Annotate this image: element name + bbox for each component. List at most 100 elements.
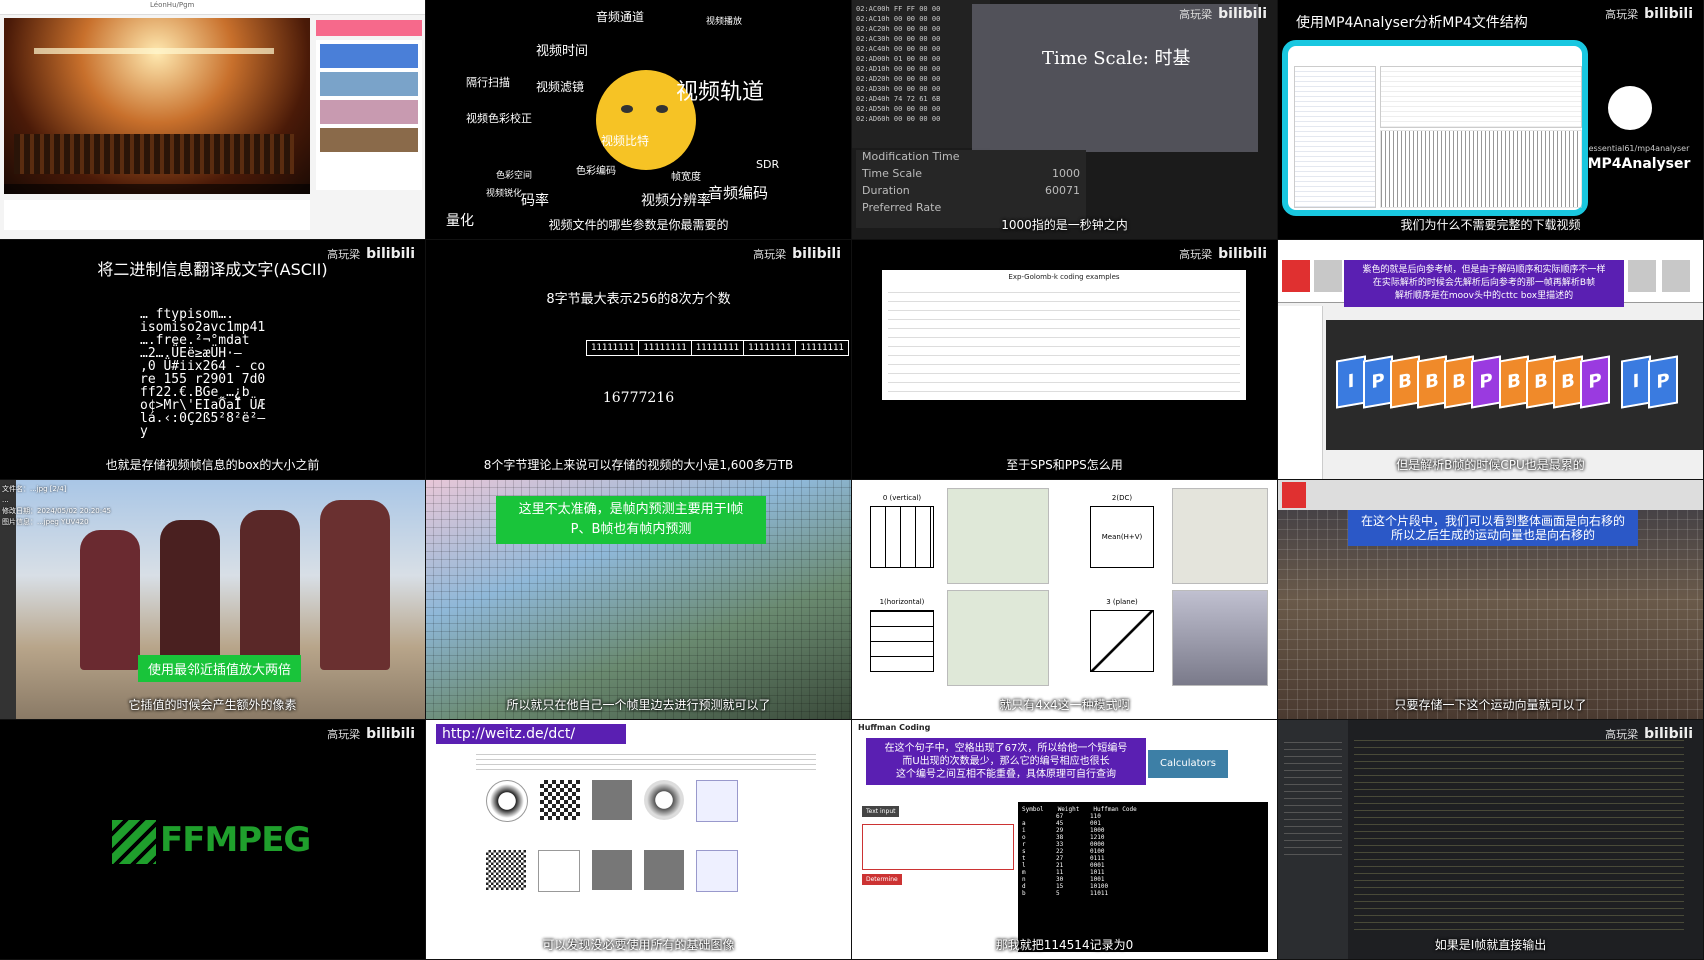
- frame-thumb[interactable]: [1628, 260, 1656, 292]
- result-row: d 15 10100: [1022, 883, 1264, 890]
- property-value: 1000: [1052, 167, 1080, 180]
- collage-grid: LéonHu/Pgm 视频轨道 SDR 音频编码 视频滤镜 色彩编码 帧宽度 视…: [0, 0, 1704, 960]
- watermark-author: 高玩梁: [1179, 8, 1213, 21]
- weight-cell: 11: [1056, 869, 1064, 876]
- hex-panel: [1380, 130, 1582, 208]
- character: [160, 520, 220, 670]
- tile-prediction-modes: 0 (vertical) 2(DC) Mean(H+V) 1(horizonta…: [852, 480, 1278, 720]
- caption-box: 在这个片段中，我们可以看到整体画面是向右移的 所以之后生成的运动向量也是向右移的: [1348, 510, 1638, 546]
- property-label: Modification Time: [862, 150, 960, 163]
- word-cloud-item: 视频播放: [706, 17, 743, 27]
- weight-cell: 5: [1056, 890, 1060, 897]
- video-player[interactable]: [4, 18, 310, 194]
- rec-thumb[interactable]: [320, 72, 418, 96]
- byte-cell: 11111111: [744, 341, 797, 355]
- frame-b: B: [1417, 355, 1448, 409]
- text-input-button[interactable]: Text input: [862, 806, 900, 817]
- watermark-site: bilibili: [1644, 726, 1693, 742]
- image-row: [486, 850, 738, 892]
- character: [240, 510, 300, 670]
- project-tree[interactable]: [1278, 720, 1348, 959]
- weight-cell: 29: [1056, 827, 1064, 834]
- url-banner[interactable]: http://weitz.de/dct/: [436, 724, 626, 744]
- calculators-logo: Calculators: [1148, 750, 1228, 778]
- result-row: r 33 0000: [1022, 841, 1264, 848]
- info-panel: [1380, 66, 1582, 128]
- word-cloud-item: 隔行扫描: [466, 76, 510, 89]
- weight-cell: 30: [1056, 876, 1064, 883]
- code-area[interactable]: [1354, 734, 1684, 934]
- code-cell: 0001: [1090, 862, 1105, 869]
- table-body: [888, 284, 1240, 394]
- tile-title: 使用MP4Analyser分析MP4文件结构: [1296, 15, 1528, 31]
- app-window: [1282, 40, 1588, 216]
- noise-image: [486, 850, 526, 890]
- property-row: Time Scale 1000: [856, 167, 1086, 184]
- subtitle: 它插值的时候会产生额外的像素: [128, 698, 297, 712]
- promo-banner[interactable]: [316, 20, 422, 36]
- caption-line: 解析顺序是在moov头中的cttc box里描述的: [1394, 291, 1574, 301]
- rec-thumb[interactable]: [320, 44, 418, 68]
- player-controls[interactable]: [4, 184, 310, 194]
- code-cell: 1210: [1090, 834, 1105, 841]
- stage-light: [34, 48, 274, 54]
- mode-vertical: 0 (vertical): [862, 494, 942, 574]
- subtitle: 1000指的是一秒钟之内: [1001, 218, 1128, 232]
- code-cell: 110: [1090, 813, 1101, 820]
- golomb-table: Exp-Golomb-k coding examples: [882, 270, 1246, 400]
- tree-panel[interactable]: [1294, 66, 1376, 208]
- watermark-site: bilibili: [1218, 246, 1267, 262]
- word-cloud-item: 视频时间: [536, 44, 589, 59]
- frame-b: B: [1498, 355, 1529, 409]
- orchestra: [14, 134, 294, 174]
- coefficient-image: [538, 850, 580, 892]
- caption-line: 这里不太准确，是帧内预测主要用于I帧: [518, 502, 744, 517]
- tile-mp4analyser: 使用MP4Analyser分析MP4文件结构 essential61/mp4an…: [1278, 0, 1704, 240]
- character: [80, 530, 140, 670]
- frame-thumb[interactable]: [1282, 482, 1306, 508]
- frame-b: B: [1390, 355, 1421, 409]
- result-row: n 30 1001: [1022, 876, 1264, 883]
- coefficient-image: [644, 850, 684, 890]
- property-row: Duration 60071: [856, 184, 1086, 201]
- word-cloud-item: 帧宽度: [671, 172, 701, 183]
- ascii-dump: … ftypisom…. isomiso2avc1mp41 ….free.²¬°…: [140, 308, 265, 438]
- watermark-author: 高玩梁: [753, 248, 787, 261]
- frame-i: I: [1620, 355, 1651, 409]
- body-text: [476, 750, 816, 772]
- word-cloud-item: 视频锐化: [486, 189, 523, 199]
- info-line: 图片信息：...jpeg YUV420: [2, 518, 89, 526]
- ascii-line: y: [140, 424, 148, 439]
- word-cloud-item: 码率: [521, 193, 549, 209]
- mode-horizontal: 1(horizontal): [862, 598, 942, 678]
- rec-thumb[interactable]: [320, 128, 418, 152]
- caption-box: 紫色的就是后向参考帧，但是由于解码顺序和实际顺序不一样 在实际解析的时候会先解析…: [1344, 260, 1624, 307]
- subtitle: 8个字节理论上来说可以存储的视频的大小是1,600多万TB: [483, 458, 794, 472]
- word-cloud-item: 视频分辨率: [641, 193, 711, 209]
- page-heading: Huffman Coding: [858, 723, 931, 732]
- frame-thumb[interactable]: [1314, 260, 1342, 292]
- subtitle: 至于SPS和PPS怎么用: [1006, 458, 1123, 472]
- mode-label: 3 (plane): [1106, 598, 1138, 606]
- tile-intra-prediction: 这里不太准确，是帧内预测主要用于I帧 P、B帧也有帧内预测 所以就只在他自己一个…: [426, 480, 852, 720]
- symbol-cell: i: [1022, 827, 1026, 834]
- mode-label: 1(horizontal): [879, 598, 925, 606]
- frame-diagram: I P B B B P B B B P I P: [1326, 320, 1703, 450]
- subtitle: 我们为什么不需要完整的下载视频: [1400, 218, 1581, 232]
- text-input-area[interactable]: [862, 824, 1014, 870]
- caption-box: 在这个句子中，空格出现了67次，所以给他一个短编号 而U出现的次数最少，那么它的…: [866, 738, 1146, 785]
- determine-button[interactable]: Determine: [862, 874, 902, 885]
- image-info: 文件名：...jpg [2/4] ... 修改日期：2024/05/02 20:…: [2, 484, 111, 528]
- tile-code-editor: 高玩梁 bilibili 如果是I帧就直接输出: [1278, 720, 1704, 960]
- frame-thumb[interactable]: [1662, 260, 1690, 292]
- caption-line: P、B帧也有帧内预测: [570, 522, 692, 537]
- watermark-author: 高玩梁: [1605, 8, 1639, 21]
- rec-thumb[interactable]: [320, 100, 418, 124]
- mode-preview: [1172, 590, 1268, 686]
- sidebar-recommendations: [316, 40, 422, 190]
- watermark-site: bilibili: [1644, 6, 1693, 22]
- word-cloud-item: 色彩空间: [496, 171, 533, 181]
- frame-thumb[interactable]: [1282, 260, 1310, 292]
- tile-ffmpeg: FFMPEG 高玩梁 bilibili: [0, 720, 426, 960]
- code-cell: 0100: [1090, 848, 1105, 855]
